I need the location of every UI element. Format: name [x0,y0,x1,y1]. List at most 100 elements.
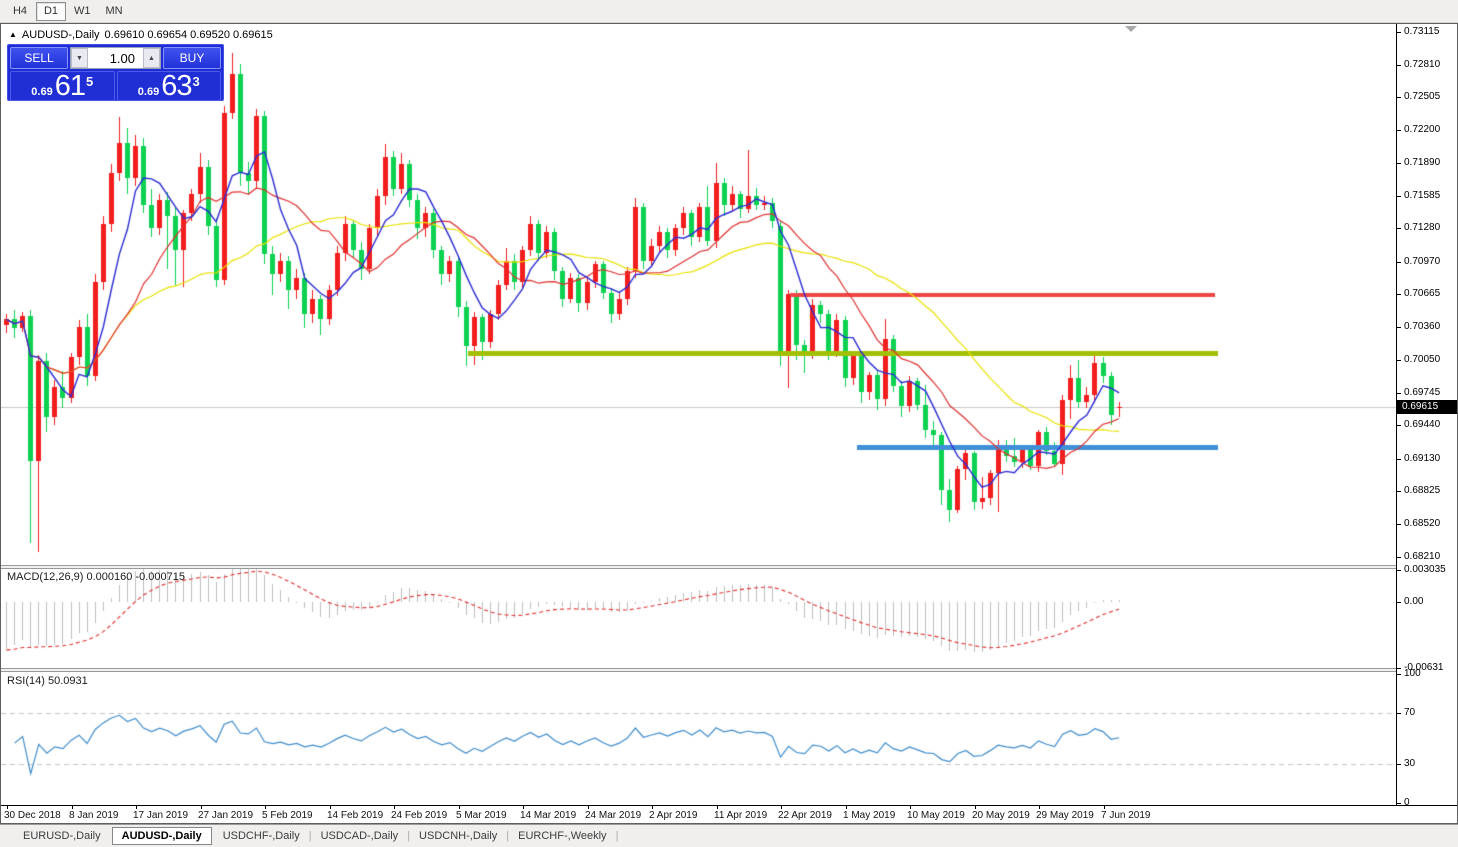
date-axis-label: 24 Feb 2019 [391,810,447,821]
buy-button[interactable]: BUY [163,47,221,69]
buy-price-pip-digit: 3 [192,74,199,89]
chart-title: ▲ AUDUSD-,Daily 0.69610 0.69654 0.69520 … [9,29,273,41]
price-axis-label-tick [1397,459,1401,460]
symbol-arrow-icon: ▲ [9,30,17,40]
sell-button[interactable]: SELL [10,47,68,69]
date-axis-label: 20 May 2019 [972,810,1030,821]
tab-audusd-daily[interactable]: AUDUSD-,Daily [112,827,212,845]
price-axis-label: 0.71585 [1404,190,1440,202]
date-axis-label: 14 Mar 2019 [520,810,576,821]
date-axis-label: 27 Jan 2019 [198,810,253,821]
price-axis-label-tick [1397,393,1401,394]
one-click-trading-panel: SELL ▼ 1.00 ▲ BUY 0.69 61 5 0.69 63 3 [7,44,224,101]
date-axis-tick [330,806,331,809]
tab-usdcad-daily[interactable]: USDCAD-,Daily [312,828,408,844]
price-axis-label: 0.72505 [1404,91,1440,103]
price-axis-label-tick [1397,327,1401,328]
sell-price-display[interactable]: 0.69 61 5 [10,71,115,101]
date-axis-tick [846,806,847,809]
date-axis-label: 5 Feb 2019 [262,810,313,821]
date-axis-label: 11 Apr 2019 [714,810,767,821]
timeframe-button-d1[interactable]: D1 [36,2,66,21]
price-axis-label-tick [1397,32,1401,33]
chart-symbol-period: AUDUSD-,Daily [22,29,100,41]
date-axis-tick [910,806,911,809]
chart-shift-marker-icon[interactable] [1125,26,1137,32]
price-chart-canvas[interactable] [1,25,1396,565]
price-axis-label: 0.70970 [1404,256,1440,268]
sell-price-big-digits: 61 [55,73,85,100]
date-axis-tick [652,806,653,809]
price-axis-label: 0.73115 [1404,26,1439,38]
price-axis-label: 0.69130 [1404,453,1440,465]
date-axis-tick [201,806,202,809]
price-axis-label: 0.68520 [1404,518,1440,530]
price-axis[interactable]: 0.73115 0.72810 0.72505 0.72200 0.71890 0.715… [1396,24,1457,805]
timeframe-button-h4[interactable]: H4 [5,2,35,21]
date-axis-tick [136,806,137,809]
date-axis-label: 29 May 2019 [1036,810,1094,821]
price-axis-label: 0.72200 [1404,124,1440,136]
price-axis-label-tick [1397,97,1401,98]
date-axis-label: 8 Jan 2019 [69,810,119,821]
price-axis-label-tick [1397,196,1401,197]
volume-spinner: ▼ 1.00 ▲ [70,47,161,69]
timeframe-button-w1[interactable]: W1 [67,2,98,21]
tab-eurchf-weekly[interactable]: EURCHF-,Weekly [509,828,615,844]
date-axis-tick [7,806,8,809]
timeframe-button-mn[interactable]: MN [99,2,130,21]
date-axis-tick [459,806,460,809]
rsi-scale-label: 100 [1404,668,1421,680]
volume-decrease-button[interactable]: ▼ [71,48,88,68]
price-axis-label: 0.70665 [1404,288,1440,300]
date-axis-tick [394,806,395,809]
price-axis-label-tick [1397,425,1401,426]
date-axis-tick [717,806,718,809]
price-axis-label: 0.68210 [1404,551,1440,563]
tab-eurusd-daily[interactable]: EURUSD-,Daily [14,828,110,844]
tab-usdchf-daily[interactable]: USDCHF-,Daily [214,828,309,844]
date-axis-label: 30 Dec 2018 [4,810,61,821]
buy-price-display[interactable]: 0.69 63 3 [117,71,222,101]
price-axis-label: 0.72810 [1404,59,1440,71]
date-axis-label: 5 Mar 2019 [456,810,507,821]
buy-price-prefix: 0.69 [138,86,159,98]
price-axis-label: 0.68825 [1404,485,1440,497]
volume-increase-button[interactable]: ▲ [143,48,160,68]
date-axis-label: 24 Mar 2019 [585,810,641,821]
rsi-scale-label-tick [1397,713,1401,714]
macd-chart-canvas[interactable] [1,569,1396,668]
rsi-scale-label: 30 [1404,758,1415,770]
time-axis[interactable]: 30 Dec 20188 Jan 201917 Jan 201927 Jan 2… [1,805,1457,823]
price-axis-label-tick [1397,65,1401,66]
rsi-value: 50.0931 [48,675,88,687]
price-axis-label: 0.70050 [1404,354,1440,366]
price-axis-label-tick [1397,360,1401,361]
rsi-scale-label-tick [1397,764,1401,765]
date-axis-tick [72,806,73,809]
rsi-scale-label-tick [1397,674,1401,675]
date-axis-label: 7 Jun 2019 [1101,810,1151,821]
chart-ohlc-values: 0.69610 0.69654 0.69520 0.69615 [105,29,273,41]
price-axis-label: 0.71890 [1404,157,1440,169]
price-axis-label: 0.69440 [1404,419,1440,431]
macd-scale-label-tick [1397,602,1401,603]
symbol-tab-bar: EURUSD-,Daily AUDUSD-,Daily USDCHF-,Dail… [0,824,1458,847]
macd-scale-label: 0.00 [1404,596,1423,608]
tab-usdcnh-daily[interactable]: USDCNH-,Daily [410,828,506,844]
macd-scale-label-tick [1397,668,1401,669]
date-axis-label: 14 Feb 2019 [327,810,383,821]
date-axis-tick [588,806,589,809]
sell-price-prefix: 0.69 [31,86,52,98]
rsi-chart-canvas[interactable] [1,672,1396,805]
price-axis-label: 0.69745 [1404,387,1440,399]
date-axis-tick [1039,806,1040,809]
buy-price-big-digits: 63 [161,73,191,100]
price-axis-label-tick [1397,130,1401,131]
chart-window: ▲ AUDUSD-,Daily 0.69610 0.69654 0.69520 … [0,23,1458,824]
macd-main-value: 0.000160 [86,571,132,583]
macd-scale-label: 0.003035 [1404,564,1446,576]
volume-input[interactable]: 1.00 [88,48,143,68]
date-axis-tick [1104,806,1105,809]
rsi-scale-label-tick [1397,803,1401,804]
